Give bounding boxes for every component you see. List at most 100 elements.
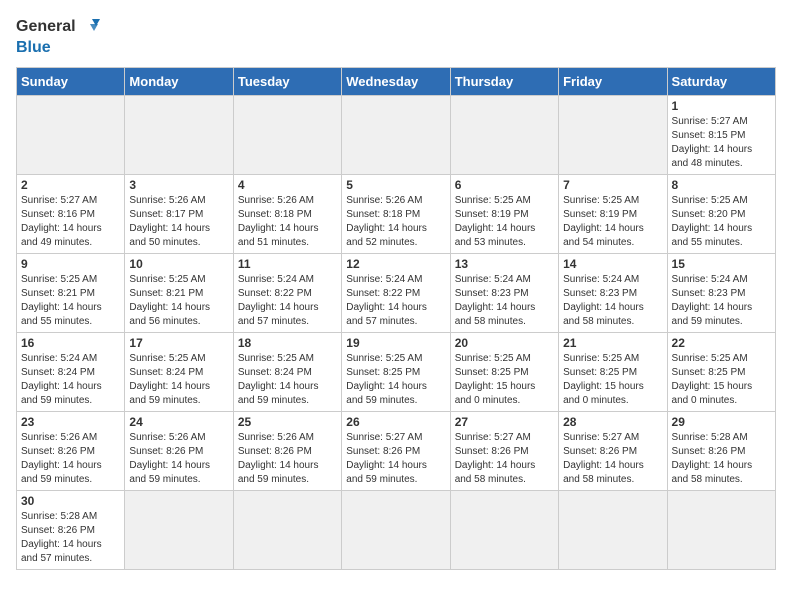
calendar-day-cell: 12Sunrise: 5:24 AM Sunset: 8:22 PM Dayli…	[342, 254, 450, 333]
calendar-day-cell	[125, 96, 233, 175]
day-info: Sunrise: 5:28 AM Sunset: 8:26 PM Dayligh…	[672, 431, 771, 487]
calendar-day-cell: 6Sunrise: 5:25 AM Sunset: 8:19 PM Daylig…	[450, 175, 558, 254]
calendar-day-cell: 8 Sunrise: 5:25 AM Sunset: 8:20 PM Daylig…	[667, 175, 775, 254]
calendar-day-cell: 7 Sunrise: 5:25 AM Sunset: 8:19 PM Daylig…	[559, 175, 667, 254]
calendar-day-cell: 9 Sunrise: 5:25 AM Sunset: 8:21 PM Daylig…	[17, 254, 125, 333]
day-number: 24	[129, 415, 228, 429]
calendar-day-cell: 2 Sunrise: 5:27 AM Sunset: 8:16 PM Daylig…	[17, 175, 125, 254]
logo-blue-text: Blue	[16, 38, 100, 57]
day-info: Sunrise: 5:27 AM Sunset: 8:26 PM Dayligh…	[455, 431, 554, 487]
calendar-day-cell: 28Sunrise: 5:27 AM Sunset: 8:26 PM Dayli…	[559, 412, 667, 491]
day-number: 4	[238, 178, 337, 192]
calendar-day-cell: 17Sunrise: 5:25 AM Sunset: 8:24 PM Dayli…	[125, 333, 233, 412]
day-number: 2	[21, 178, 120, 192]
day-number: 26	[346, 415, 445, 429]
day-info: Sunrise: 5:27 AM Sunset: 8:15 PM Dayligh…	[672, 115, 771, 171]
calendar-header-row: SundayMondayTuesdayWednesdayThursdayFrid…	[17, 68, 776, 96]
weekday-header-sunday: Sunday	[17, 68, 125, 96]
calendar-day-cell	[342, 96, 450, 175]
day-info: Sunrise: 5:24 AM Sunset: 8:22 PM Dayligh…	[238, 273, 337, 329]
day-number: 23	[21, 415, 120, 429]
calendar-day-cell: 10 Sunrise: 5:25 AM Sunset: 8:21 PM Dayli…	[125, 254, 233, 333]
calendar-day-cell: 29 Sunrise: 5:28 AM Sunset: 8:26 PM Dayli…	[667, 412, 775, 491]
calendar-week-6: 30Sunrise: 5:28 AM Sunset: 8:26 PM Dayli…	[17, 491, 776, 570]
day-info: Sunrise: 5:24 AM Sunset: 8:23 PM Dayligh…	[455, 273, 554, 329]
calendar-day-cell: 19Sunrise: 5:25 AM Sunset: 8:25 PM Dayli…	[342, 333, 450, 412]
calendar-day-cell: 13 Sunrise: 5:24 AM Sunset: 8:23 PM Dayli…	[450, 254, 558, 333]
calendar-day-cell	[559, 96, 667, 175]
calendar-day-cell	[233, 491, 341, 570]
day-number: 9	[21, 257, 120, 271]
day-info: Sunrise: 5:27 AM Sunset: 8:16 PM Dayligh…	[21, 194, 120, 250]
day-number: 13	[455, 257, 554, 271]
day-number: 15	[672, 257, 771, 271]
day-number: 7	[563, 178, 662, 192]
calendar-day-cell: 15Sunrise: 5:24 AM Sunset: 8:23 PM Dayli…	[667, 254, 775, 333]
day-info: Sunrise: 5:25 AM Sunset: 8:21 PM Dayligh…	[129, 273, 228, 329]
day-info: Sunrise: 5:25 AM Sunset: 8:19 PM Dayligh…	[563, 194, 662, 250]
day-number: 20	[455, 336, 554, 350]
calendar-week-3: 9 Sunrise: 5:25 AM Sunset: 8:21 PM Daylig…	[17, 254, 776, 333]
calendar-day-cell	[233, 96, 341, 175]
day-info: Sunrise: 5:25 AM Sunset: 8:25 PM Dayligh…	[346, 352, 445, 408]
day-number: 27	[455, 415, 554, 429]
weekday-header-friday: Friday	[559, 68, 667, 96]
day-info: Sunrise: 5:26 AM Sunset: 8:26 PM Dayligh…	[21, 431, 120, 487]
weekday-header-wednesday: Wednesday	[342, 68, 450, 96]
weekday-header-saturday: Saturday	[667, 68, 775, 96]
day-info: Sunrise: 5:25 AM Sunset: 8:20 PM Dayligh…	[672, 194, 771, 250]
day-number: 3	[129, 178, 228, 192]
day-number: 25	[238, 415, 337, 429]
day-info: Sunrise: 5:26 AM Sunset: 8:26 PM Dayligh…	[129, 431, 228, 487]
calendar-week-2: 2 Sunrise: 5:27 AM Sunset: 8:16 PM Daylig…	[17, 175, 776, 254]
day-info: Sunrise: 5:25 AM Sunset: 8:24 PM Dayligh…	[238, 352, 337, 408]
day-info: Sunrise: 5:25 AM Sunset: 8:25 PM Dayligh…	[455, 352, 554, 408]
calendar-day-cell	[450, 96, 558, 175]
weekday-header-thursday: Thursday	[450, 68, 558, 96]
day-number: 5	[346, 178, 445, 192]
day-number: 11	[238, 257, 337, 271]
calendar-week-4: 16 Sunrise: 5:24 AM Sunset: 8:24 PM Dayli…	[17, 333, 776, 412]
calendar-day-cell: 11 Sunrise: 5:24 AM Sunset: 8:22 PM Dayli…	[233, 254, 341, 333]
day-number: 8	[672, 178, 771, 192]
calendar-day-cell: 21Sunrise: 5:25 AM Sunset: 8:25 PM Dayli…	[559, 333, 667, 412]
day-number: 28	[563, 415, 662, 429]
day-info: Sunrise: 5:25 AM Sunset: 8:21 PM Dayligh…	[21, 273, 120, 329]
calendar-day-cell: 22Sunrise: 5:25 AM Sunset: 8:25 PM Dayli…	[667, 333, 775, 412]
calendar-day-cell	[125, 491, 233, 570]
day-number: 29	[672, 415, 771, 429]
day-number: 6	[455, 178, 554, 192]
calendar-day-cell	[667, 491, 775, 570]
header: General Blue	[16, 16, 776, 57]
calendar-day-cell: 1 Sunrise: 5:27 AM Sunset: 8:15 PM Daylig…	[667, 96, 775, 175]
calendar-day-cell: 16 Sunrise: 5:24 AM Sunset: 8:24 PM Dayli…	[17, 333, 125, 412]
calendar-day-cell: 27 Sunrise: 5:27 AM Sunset: 8:26 PM Dayli…	[450, 412, 558, 491]
weekday-header-monday: Monday	[125, 68, 233, 96]
calendar-day-cell: 20 Sunrise: 5:25 AM Sunset: 8:25 PM Dayli…	[450, 333, 558, 412]
day-number: 22	[672, 336, 771, 350]
day-number: 10	[129, 257, 228, 271]
day-info: Sunrise: 5:26 AM Sunset: 8:17 PM Dayligh…	[129, 194, 228, 250]
calendar: SundayMondayTuesdayWednesdayThursdayFrid…	[16, 67, 776, 570]
day-info: Sunrise: 5:24 AM Sunset: 8:23 PM Dayligh…	[563, 273, 662, 329]
logo: General Blue	[16, 16, 100, 57]
logo-bird-icon	[78, 16, 100, 38]
day-number: 16	[21, 336, 120, 350]
day-number: 21	[563, 336, 662, 350]
calendar-day-cell: 14 Sunrise: 5:24 AM Sunset: 8:23 PM Dayli…	[559, 254, 667, 333]
day-info: Sunrise: 5:24 AM Sunset: 8:24 PM Dayligh…	[21, 352, 120, 408]
calendar-week-5: 23 Sunrise: 5:26 AM Sunset: 8:26 PM Dayli…	[17, 412, 776, 491]
calendar-week-1: 1 Sunrise: 5:27 AM Sunset: 8:15 PM Daylig…	[17, 96, 776, 175]
calendar-day-cell: 4Sunrise: 5:26 AM Sunset: 8:18 PM Daylig…	[233, 175, 341, 254]
day-number: 12	[346, 257, 445, 271]
calendar-day-cell: 23 Sunrise: 5:26 AM Sunset: 8:26 PM Dayli…	[17, 412, 125, 491]
day-info: Sunrise: 5:25 AM Sunset: 8:24 PM Dayligh…	[129, 352, 228, 408]
calendar-day-cell	[450, 491, 558, 570]
day-number: 1	[672, 99, 771, 113]
day-info: Sunrise: 5:26 AM Sunset: 8:18 PM Dayligh…	[346, 194, 445, 250]
calendar-day-cell	[342, 491, 450, 570]
day-number: 14	[563, 257, 662, 271]
calendar-day-cell: 30Sunrise: 5:28 AM Sunset: 8:26 PM Dayli…	[17, 491, 125, 570]
day-info: Sunrise: 5:27 AM Sunset: 8:26 PM Dayligh…	[346, 431, 445, 487]
day-number: 30	[21, 494, 120, 508]
